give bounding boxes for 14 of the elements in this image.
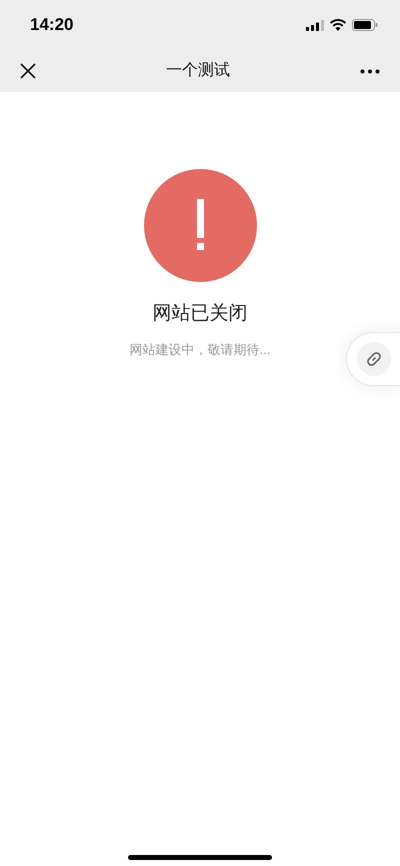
signal-icon <box>306 20 324 30</box>
battery-icon <box>352 19 378 31</box>
message-subtitle: 网站建设中，敬请期待... <box>130 341 270 359</box>
link-icon <box>357 342 391 376</box>
message-title: 网站已关闭 <box>152 302 248 326</box>
warning-icon <box>144 169 256 282</box>
status-time: 14:20 <box>30 14 74 36</box>
page-title: 一个测试 <box>166 60 230 81</box>
more-icon <box>360 68 380 74</box>
wifi-icon <box>330 19 346 31</box>
close-icon <box>20 63 36 79</box>
link-button[interactable] <box>346 332 400 386</box>
more-button[interactable] <box>360 68 380 74</box>
close-button[interactable] <box>20 63 36 79</box>
